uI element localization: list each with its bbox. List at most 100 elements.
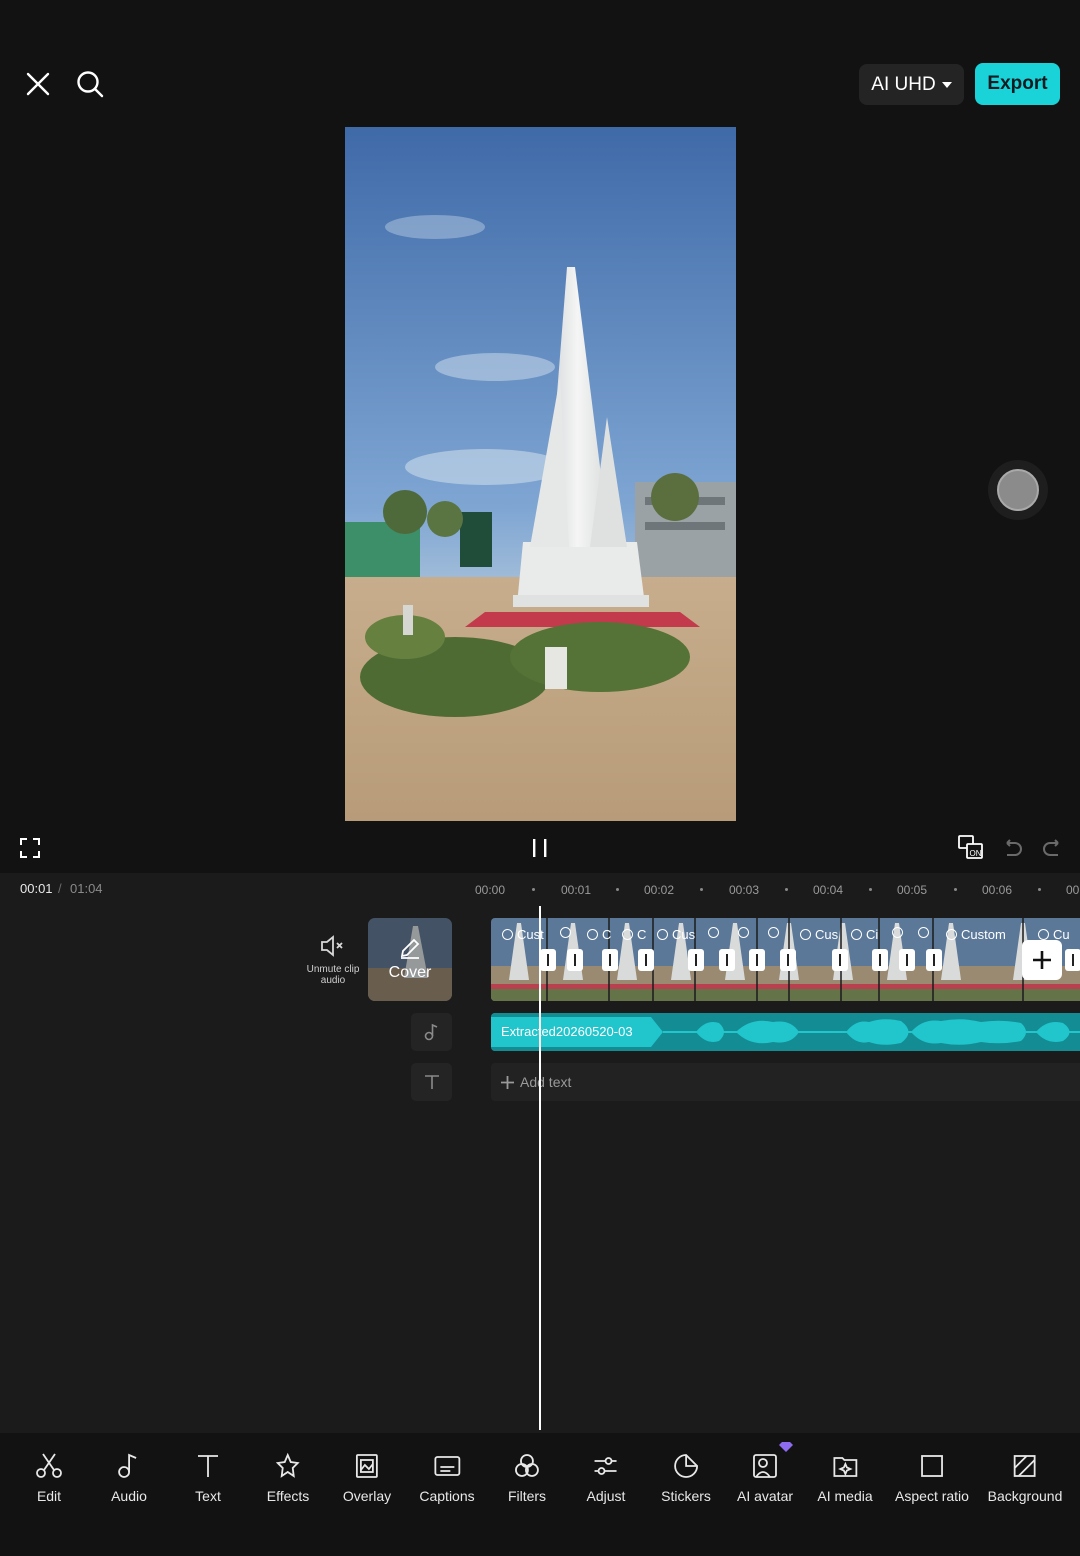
tool-aspect-ratio[interactable]: Aspect ratio	[895, 1452, 969, 1504]
tool-ai-avatar[interactable]: AI avatar	[737, 1452, 793, 1504]
keyframe-on-icon[interactable]: ON	[955, 832, 987, 864]
clip-effect-label: Cus	[657, 927, 695, 942]
captions-icon	[434, 1456, 460, 1476]
transition-marker[interactable]	[872, 949, 888, 971]
audio-clip-label: Extracted20260520-03	[501, 1024, 633, 1039]
quality-dropdown[interactable]: AI UHD	[859, 64, 964, 105]
effect-icon	[946, 929, 957, 940]
pause-icon[interactable]	[524, 832, 556, 864]
transition-marker[interactable]	[832, 949, 848, 971]
music-note-icon	[424, 1023, 437, 1041]
ruler-dot	[785, 888, 788, 891]
clip-effect-badge	[738, 927, 749, 938]
clip-effect-badge	[560, 927, 571, 938]
scissors-icon	[36, 1453, 62, 1478]
clip-effect-label: Cust	[502, 927, 544, 942]
premium-gem-icon	[779, 1442, 793, 1452]
effect-icon	[800, 929, 811, 940]
transition-marker[interactable]	[638, 949, 654, 971]
effect-icon	[768, 927, 779, 938]
ruler-dot	[1038, 888, 1041, 891]
ruler-dot	[954, 888, 957, 891]
text-icon	[424, 1075, 439, 1089]
add-clip-button[interactable]	[1022, 940, 1062, 980]
tool-background[interactable]: Background	[988, 1452, 1062, 1504]
ai-avatar-icon	[753, 1454, 777, 1478]
ruler-dot	[616, 888, 619, 891]
transition-marker[interactable]	[540, 949, 556, 971]
transition-marker[interactable]	[780, 949, 796, 971]
ai-media-icon	[833, 1457, 857, 1477]
time-separator: /	[58, 881, 62, 896]
playhead[interactable]	[539, 906, 541, 1430]
effect-icon	[738, 927, 749, 938]
fullscreen-icon[interactable]	[14, 832, 46, 864]
redo-icon[interactable]	[1036, 832, 1068, 864]
effect-icon	[622, 929, 633, 940]
add-audio-track-button[interactable]	[411, 1013, 452, 1051]
tool-adjust[interactable]: Adjust	[587, 1452, 625, 1504]
effect-icon	[502, 929, 513, 940]
filters-icon	[515, 1454, 539, 1477]
dropdown-caret-icon	[941, 81, 952, 88]
transition-marker[interactable]	[688, 949, 704, 971]
record-button[interactable]	[988, 460, 1048, 520]
search-icon[interactable]	[74, 68, 106, 100]
star-icon	[276, 1452, 300, 1478]
ruler-tick: 00:00	[475, 883, 506, 897]
transition-marker[interactable]	[719, 949, 735, 971]
quality-label: AI UHD	[871, 73, 936, 95]
transition-marker[interactable]	[1065, 949, 1080, 971]
effect-icon	[1038, 929, 1049, 940]
effect-icon	[892, 927, 903, 938]
clip-effect-label: C	[622, 927, 646, 942]
unmute-label: Unmute clip audio	[306, 964, 360, 986]
tool-text[interactable]: Text	[194, 1452, 222, 1504]
tool-overlay[interactable]: Overlay	[343, 1452, 391, 1504]
tool-filters[interactable]: Filters	[508, 1452, 546, 1504]
clip-effect-label: C	[587, 927, 611, 942]
audio-track[interactable]: Extracted20260520-03	[491, 1013, 1080, 1051]
ruler-dot	[532, 888, 535, 891]
current-time: 00:01	[20, 881, 53, 896]
tool-ai-media[interactable]: AI media	[817, 1452, 873, 1504]
background-icon	[1014, 1455, 1036, 1477]
cover-label: Cover	[388, 964, 432, 981]
close-icon[interactable]	[22, 68, 54, 100]
svg-text:ON: ON	[970, 849, 982, 858]
effect-icon	[560, 927, 571, 938]
ruler-tick: 00:04	[813, 883, 844, 897]
effect-icon	[657, 929, 668, 940]
clip-effect-badge	[918, 927, 929, 938]
effect-icon	[918, 927, 929, 938]
undo-icon[interactable]	[997, 832, 1029, 864]
tool-stickers[interactable]: Stickers	[661, 1452, 711, 1504]
video-preview[interactable]	[345, 127, 736, 821]
effect-icon	[587, 929, 598, 940]
aspect-ratio-icon	[921, 1455, 943, 1477]
tool-edit[interactable]: Edit	[35, 1452, 63, 1504]
tool-captions[interactable]: Captions	[419, 1452, 475, 1504]
plus-icon	[501, 1075, 514, 1089]
cover-button[interactable]: Cover	[368, 918, 452, 1001]
clip-effect-label: Ci	[851, 927, 878, 942]
unmute-clip-audio-button[interactable]: Unmute clip audio	[306, 934, 360, 986]
ruler-tick: 00:03	[729, 883, 760, 897]
transition-marker[interactable]	[567, 949, 583, 971]
ruler-dot	[869, 888, 872, 891]
add-text-track-button[interactable]	[411, 1063, 452, 1101]
transition-marker[interactable]	[899, 949, 915, 971]
effect-icon	[851, 929, 862, 940]
tool-audio[interactable]: Audio	[111, 1452, 147, 1504]
transition-marker[interactable]	[749, 949, 765, 971]
plus-icon	[1033, 951, 1051, 969]
ruler-dot	[700, 888, 703, 891]
ruler-tick: 00:05	[897, 883, 928, 897]
ruler-tick: 00:01	[561, 883, 592, 897]
add-text-button[interactable]: Add text	[491, 1063, 1080, 1101]
sliders-icon	[594, 1457, 617, 1475]
transition-marker[interactable]	[926, 949, 942, 971]
export-button[interactable]: Export	[975, 63, 1060, 105]
transition-marker[interactable]	[602, 949, 618, 971]
tool-effects[interactable]: Effects	[267, 1452, 309, 1504]
